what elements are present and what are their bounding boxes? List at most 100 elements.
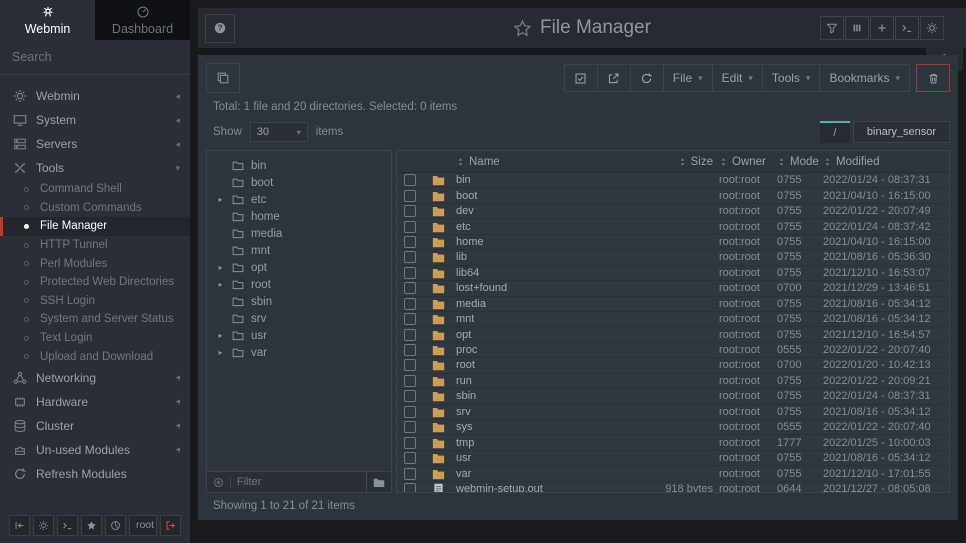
sidebar-item-system[interactable]: System◂	[0, 108, 190, 132]
sidebar-item-system-and-server-status[interactable]: System and Server Status	[0, 310, 190, 329]
row-checkbox[interactable]	[404, 344, 416, 356]
tools-menu-button[interactable]: Tools▾	[762, 64, 821, 92]
tree-item-media[interactable]: media	[207, 225, 391, 242]
sidebar-item-http-tunnel[interactable]: HTTP Tunnel	[0, 236, 190, 255]
tree-item-usr[interactable]: ▸usr	[207, 327, 391, 344]
columns-button[interactable]	[845, 16, 869, 40]
tree-item-bin[interactable]: bin	[207, 157, 391, 174]
table-row-var[interactable]: varroot:root07552021/12/10 - 17:01:55	[397, 466, 949, 481]
sidebar-item-webmin[interactable]: Webmin◂	[0, 84, 190, 108]
export-button[interactable]	[597, 64, 631, 92]
tree-folder-button[interactable]	[366, 472, 385, 492]
tree-item-root[interactable]: ▸root	[207, 276, 391, 293]
sidebar-item-protected-web-directories[interactable]: Protected Web Directories	[0, 273, 190, 292]
table-row-sys[interactable]: sysroot:root05552022/01/22 - 20:07:40	[397, 420, 949, 435]
table-row-root[interactable]: rootroot:root07002022/01/20 - 10:42:13	[397, 358, 949, 373]
row-checkbox[interactable]	[404, 452, 416, 464]
table-row-mnt[interactable]: mntroot:root07552021/08/16 - 05:34:12	[397, 312, 949, 327]
column-header-mode[interactable]: Mode	[777, 156, 823, 168]
add-button[interactable]	[870, 16, 894, 40]
sidebar-item-tools[interactable]: Tools▾	[0, 156, 190, 180]
table-row-media[interactable]: mediaroot:root07552021/08/16 - 05:34:12	[397, 297, 949, 312]
column-header-name[interactable]: Name	[453, 156, 635, 168]
row-checkbox[interactable]	[404, 282, 416, 294]
table-row-run[interactable]: runroot:root07552022/01/22 - 20:09:21	[397, 374, 949, 389]
table-row-opt[interactable]: optroot:root07552021/12/10 - 16:54:57	[397, 327, 949, 342]
file-menu-button[interactable]: File▾	[663, 64, 713, 92]
select-all-button[interactable]	[564, 64, 598, 92]
tree-item-sbin[interactable]: sbin	[207, 293, 391, 310]
collapse-sidebar-button[interactable]	[9, 515, 30, 536]
table-row-tmp[interactable]: tmproot:root17772022/01/25 - 10:00:03	[397, 435, 949, 450]
table-row-srv[interactable]: srvroot:root07552021/08/16 - 05:34:12	[397, 405, 949, 420]
page-size-select[interactable]: 30 ▾	[250, 122, 308, 142]
filter-button[interactable]	[820, 16, 844, 40]
breadcrumb-root[interactable]: /	[820, 121, 850, 143]
terminal-button[interactable]	[895, 16, 919, 40]
refresh-button[interactable]	[630, 64, 664, 92]
sidebar-item-upload-and-download[interactable]: Upload and Download	[0, 347, 190, 366]
delete-button[interactable]	[916, 64, 950, 92]
breadcrumb-segment[interactable]: binary_sensor	[853, 121, 950, 143]
search-input[interactable]	[12, 50, 173, 64]
sidebar-item-networking[interactable]: Networking◂	[0, 366, 190, 390]
tab-dashboard[interactable]: Dashboard	[95, 0, 190, 40]
tree-item-mnt[interactable]: mnt	[207, 242, 391, 259]
table-row-boot[interactable]: bootroot:root07552021/04/10 - 16:15:00	[397, 188, 949, 203]
row-checkbox[interactable]	[404, 329, 416, 341]
column-header-modified[interactable]: Modified	[823, 156, 949, 168]
row-checkbox[interactable]	[404, 359, 416, 371]
row-checkbox[interactable]	[404, 406, 416, 418]
tree-item-opt[interactable]: ▸opt	[207, 259, 391, 276]
table-row-sbin[interactable]: sbinroot:root07552022/01/24 - 08:37:31	[397, 389, 949, 404]
help-button[interactable]: ?	[205, 14, 235, 43]
tab-webmin[interactable]: Webmin	[0, 0, 95, 40]
row-checkbox[interactable]	[404, 483, 416, 492]
row-checkbox[interactable]	[404, 298, 416, 310]
clear-filter-icon[interactable]	[213, 477, 224, 488]
table-row-lost-found[interactable]: lost+foundroot:root07002021/12/29 - 13:4…	[397, 281, 949, 296]
column-header-size[interactable]: Size	[635, 156, 719, 168]
sidebar-item-custom-commands[interactable]: Custom Commands	[0, 199, 190, 218]
table-row-bin[interactable]: binroot:root07552022/01/24 - 08:37:31	[397, 173, 949, 188]
table-row-usr[interactable]: usrroot:root07552021/08/16 - 05:34:12	[397, 451, 949, 466]
tree-item-home[interactable]: home	[207, 208, 391, 225]
star-icon[interactable]	[513, 19, 532, 38]
row-checkbox[interactable]	[404, 390, 416, 402]
sidebar-item-servers[interactable]: Servers◂	[0, 132, 190, 156]
favorites-button[interactable]	[81, 515, 102, 536]
tree-item-boot[interactable]: boot	[207, 174, 391, 191]
theme-toggle-button[interactable]	[33, 515, 54, 536]
row-checkbox[interactable]	[404, 468, 416, 480]
sidebar-item-hardware[interactable]: Hardware◂	[0, 390, 190, 414]
table-row-dev[interactable]: devroot:root07552022/01/22 - 20:07:49	[397, 204, 949, 219]
table-row-etc[interactable]: etcroot:root07552022/01/24 - 08:37:42	[397, 219, 949, 234]
column-header-owner[interactable]: Owner	[719, 156, 777, 168]
tree-filter-input[interactable]	[237, 476, 361, 488]
row-checkbox[interactable]	[404, 205, 416, 217]
sidebar-item-ssh-login[interactable]: SSH Login	[0, 292, 190, 311]
tree-item-etc[interactable]: ▸etc	[207, 191, 391, 208]
sidebar-item-cluster[interactable]: Cluster◂	[0, 414, 190, 438]
row-checkbox[interactable]	[404, 267, 416, 279]
row-checkbox[interactable]	[404, 221, 416, 233]
tree-item-srv[interactable]: srv	[207, 310, 391, 327]
row-checkbox[interactable]	[404, 437, 416, 449]
table-row-lib[interactable]: libroot:root07552021/08/16 - 05:36:30	[397, 250, 949, 265]
sidebar-item-text-login[interactable]: Text Login	[0, 329, 190, 348]
settings-button[interactable]	[920, 16, 944, 40]
sidebar-item-un-used-modules[interactable]: Un-used Modules◂	[0, 438, 190, 462]
table-row-home[interactable]: homeroot:root07552021/04/10 - 16:15:00	[397, 235, 949, 250]
row-checkbox[interactable]	[404, 190, 416, 202]
table-row-lib64[interactable]: lib64root:root07552021/12/10 - 16:53:07	[397, 266, 949, 281]
row-checkbox[interactable]	[404, 174, 416, 186]
paste-buffer-button[interactable]	[206, 63, 240, 93]
sidebar-item-refresh-modules[interactable]: Refresh Modules	[0, 462, 190, 486]
bookmarks-menu-button[interactable]: Bookmarks▾	[819, 64, 910, 92]
sidebar-item-perl-modules[interactable]: Perl Modules	[0, 254, 190, 273]
sidebar-item-file-manager[interactable]: File Manager	[0, 217, 190, 236]
row-checkbox[interactable]	[404, 375, 416, 387]
table-row-webmin-setup-out[interactable]: webmin-setup.out918 bytesroot:root064420…	[397, 482, 949, 492]
row-checkbox[interactable]	[404, 421, 416, 433]
language-button[interactable]	[105, 515, 126, 536]
